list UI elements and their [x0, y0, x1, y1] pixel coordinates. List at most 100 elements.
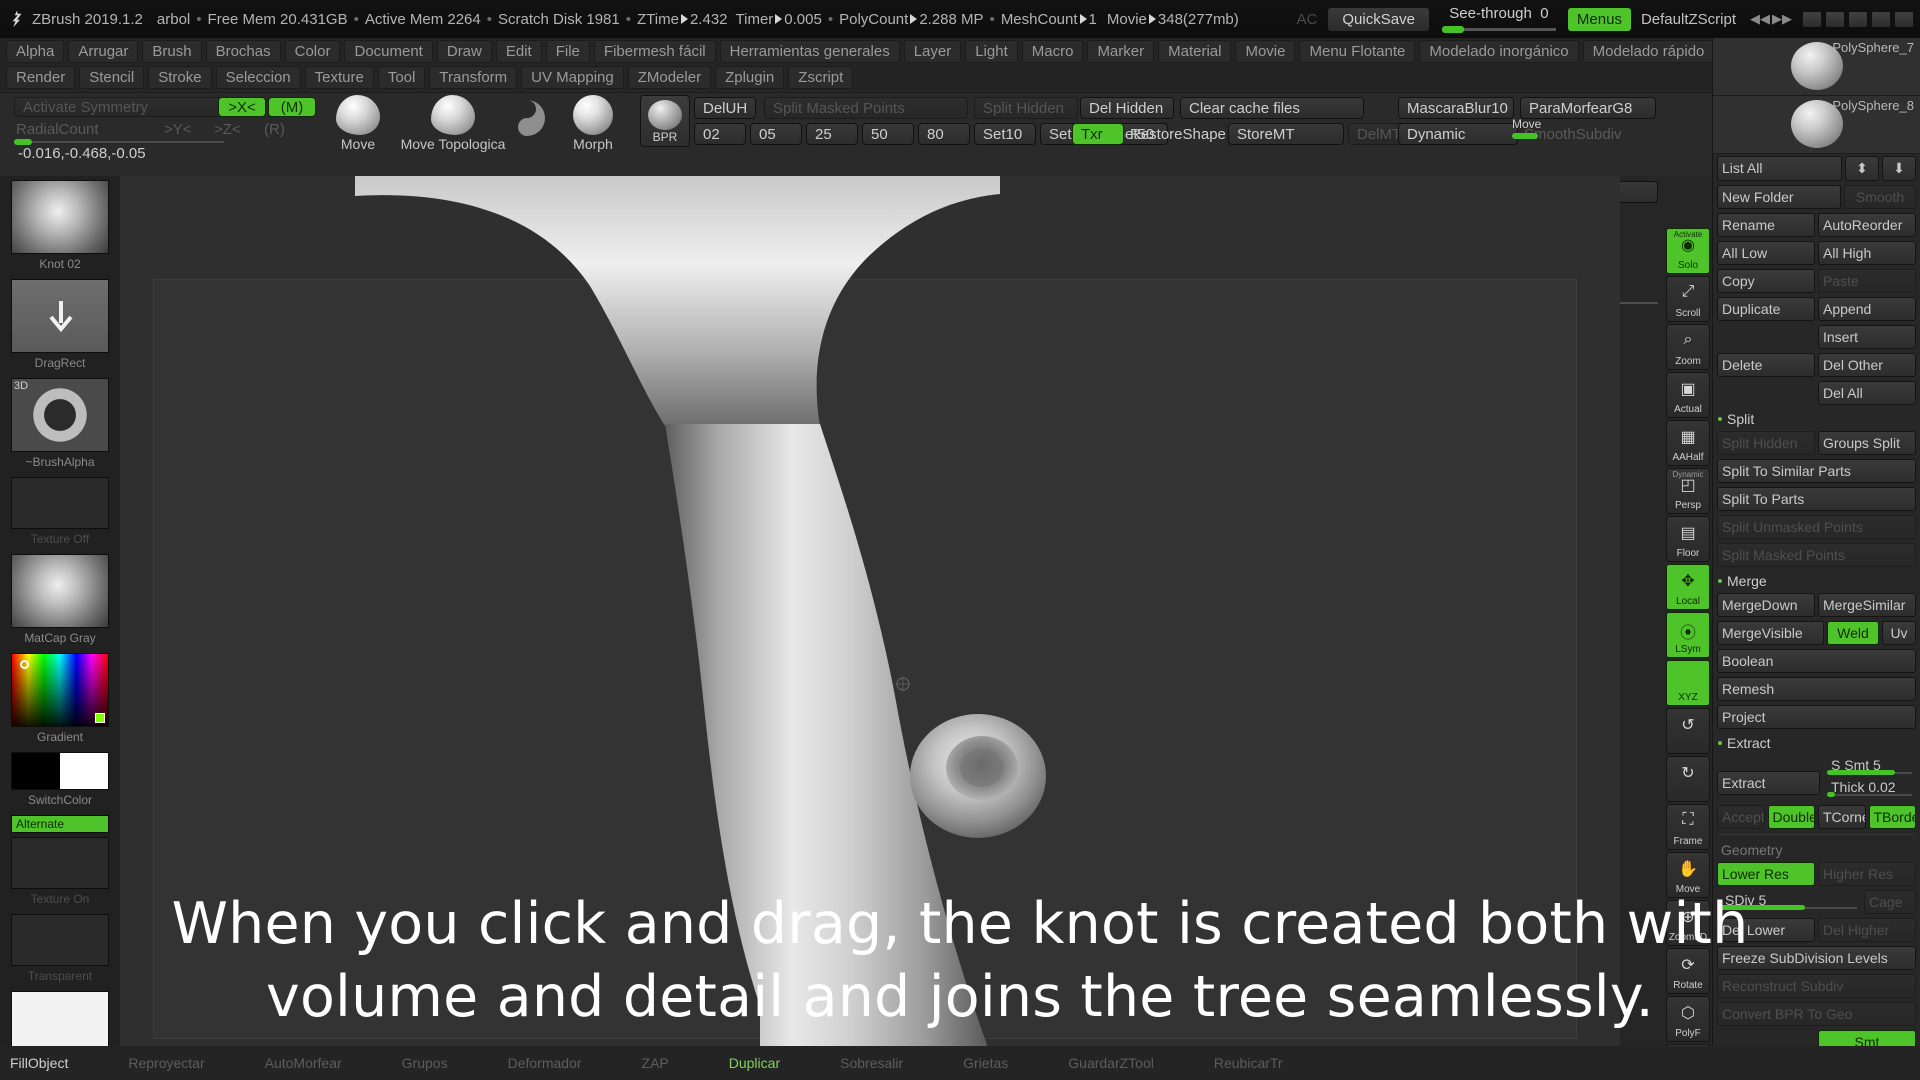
tool-morph[interactable]: Morph [563, 95, 623, 152]
left-slot-9[interactable]: Transparent [11, 914, 109, 987]
bottom-item-duplicar[interactable]: Duplicar [729, 1055, 780, 1071]
bottom-item-guardarztool[interactable]: GuardarZTool [1068, 1055, 1154, 1071]
menu-item-stencil[interactable]: Stencil [79, 65, 145, 89]
symmetry-y-button[interactable]: >Y< [164, 121, 192, 138]
merge-similar-button[interactable]: MergeSimilar [1818, 593, 1916, 617]
txr-button[interactable]: Txr [1072, 123, 1124, 145]
dynamic-button[interactable]: Dynamic [1398, 123, 1518, 145]
del-hidden-button[interactable]: Del Hidden [1080, 97, 1174, 119]
bottom-item-automorfear[interactable]: AutoMorfear [265, 1055, 342, 1071]
symmetry-m-button[interactable]: (M) [268, 97, 316, 117]
bottom-item-sobresalir[interactable]: Sobresalir [840, 1055, 903, 1071]
split-to-parts-button[interactable]: Split To Parts [1717, 487, 1916, 511]
store-mt-button[interactable]: StoreMT [1228, 123, 1344, 145]
list-all-button[interactable]: List All [1717, 156, 1842, 181]
left-slot-2[interactable]: 3D ~BrushAlpha [11, 378, 109, 473]
bottom-item-grupos[interactable]: Grupos [402, 1055, 448, 1071]
boolean-button[interactable]: Boolean [1717, 649, 1916, 673]
cage-button[interactable]: Cage [1864, 890, 1916, 914]
canvas-tool-local[interactable]: ✥ Local [1666, 564, 1710, 610]
rename-button[interactable]: Rename [1717, 213, 1815, 237]
canvas-tool-frame[interactable]: ⛶ Frame [1666, 804, 1710, 850]
bottom-item-deformador[interactable]: Deformador [508, 1055, 582, 1071]
all-high-button[interactable]: All High [1818, 241, 1916, 265]
thick-slider[interactable]: Thick 0.02 [1827, 779, 1912, 799]
del-other-button[interactable]: Del Other [1818, 353, 1916, 377]
weld-button[interactable]: Weld [1827, 621, 1879, 645]
para-morfear-g8-button[interactable]: ParaMorfearG8 [1520, 97, 1656, 119]
preset-80-button[interactable]: 80 [918, 123, 970, 145]
ring-swatch[interactable]: 3D [11, 378, 109, 452]
menu-item-zmodeler[interactable]: ZModeler [627, 65, 712, 89]
groups-split-button[interactable]: Groups Split [1818, 431, 1916, 455]
canvas-tool-move[interactable]: ✋ Move [1666, 852, 1710, 898]
menu-item-material[interactable]: Material [1158, 39, 1232, 63]
merge-visible-button[interactable]: MergeVisible [1717, 621, 1824, 645]
zscript-nav[interactable]: ◀◀ ▶▶ [1750, 11, 1792, 27]
lock-icon[interactable] [1848, 10, 1868, 28]
preset-50-button[interactable]: 50 [862, 123, 914, 145]
canvas-tool-aahalf[interactable]: ▦ AAHalf [1666, 420, 1710, 466]
menu-item-brush[interactable]: Brush [142, 39, 202, 63]
left-slot-6[interactable]: SwitchColor [11, 752, 109, 811]
del-lower-button[interactable]: Del Lower [1717, 918, 1815, 942]
minimize-icon[interactable] [1871, 10, 1891, 28]
menu-item-movie[interactable]: Movie [1235, 39, 1296, 63]
menu-item-tool[interactable]: Tool [377, 65, 426, 89]
copy-button[interactable]: Copy [1717, 269, 1815, 293]
close-icon[interactable] [1894, 10, 1914, 28]
split-unmasked-points-button[interactable]: Split Unmasked Points [1717, 515, 1916, 539]
bw-swatch[interactable] [11, 752, 109, 790]
higher-res-button[interactable]: Higher Res [1818, 862, 1916, 886]
menu-item-stroke[interactable]: Stroke [148, 65, 212, 89]
all-low-button[interactable]: All Low [1717, 241, 1815, 265]
left-slot-7[interactable]: Alternate [11, 815, 109, 833]
insert-button[interactable]: Insert [1818, 325, 1916, 349]
menu-item-layer[interactable]: Layer [903, 39, 962, 63]
menu-item-edit[interactable]: Edit [495, 39, 542, 63]
layers-icon[interactable] [1825, 10, 1845, 28]
menu-item-brochas[interactable]: Brochas [205, 39, 281, 63]
canvas-tool-floor[interactable]: ▤ Floor [1666, 516, 1710, 562]
window-icon[interactable] [1802, 10, 1822, 28]
menu-item-macro[interactable]: Macro [1021, 39, 1084, 63]
canvas-tool-actual[interactable]: ▣ Actual [1666, 372, 1710, 418]
duplicate-button[interactable]: Duplicate [1717, 297, 1815, 321]
append-button[interactable]: Append [1818, 297, 1916, 321]
radial-count-label[interactable]: RadialCount [16, 121, 99, 138]
double-button[interactable]: Double [1767, 805, 1815, 829]
prev-icon[interactable]: ◀◀ [1750, 11, 1770, 27]
paste-button[interactable]: Paste [1818, 269, 1916, 293]
accept-button[interactable]: Accept [1717, 805, 1765, 829]
left-slot-3[interactable]: Texture Off [11, 477, 109, 550]
project-button[interactable]: Project [1717, 705, 1916, 729]
canvas-tool-persp[interactable]: ◰ Persp Dynamic [1666, 468, 1710, 514]
set10-button[interactable]: Set10 [974, 123, 1036, 145]
empty-swatch[interactable] [11, 914, 109, 966]
canvas-tool-xyz[interactable]: XYZ [1666, 660, 1710, 706]
canvas-tool-lsym[interactable]: ⦿ LSym [1666, 612, 1710, 658]
menu-item-texture[interactable]: Texture [304, 65, 374, 89]
left-slot-5[interactable]: Gradient [11, 653, 109, 748]
split-to-similar-parts-button[interactable]: Split To Similar Parts [1717, 459, 1916, 483]
merge-section-header[interactable]: Merge [1713, 569, 1920, 591]
del-all-button[interactable]: Del All [1818, 381, 1916, 405]
activate-symmetry-button[interactable]: Activate Symmetry [14, 97, 224, 117]
quicksave-button[interactable]: QuickSave [1327, 6, 1430, 32]
left-slot-8[interactable]: Texture On [11, 837, 109, 910]
menu-item-fibermesh-f-cil[interactable]: Fibermesh fácil [593, 39, 716, 63]
menu-item-transform[interactable]: Transform [429, 65, 518, 89]
menu-item-menu-flotante[interactable]: Menu Flotante [1299, 39, 1416, 63]
sphere-swatch[interactable] [11, 554, 109, 628]
menu-item-modelado-inorg-nico[interactable]: Modelado inorgánico [1419, 39, 1579, 63]
preset-25-button[interactable]: 25 [806, 123, 858, 145]
canvas-tool-scroll[interactable]: ⤢ Scroll [1666, 276, 1710, 322]
menu-item-modelado-r-pido[interactable]: Modelado rápido [1582, 39, 1715, 63]
s-smt-slider[interactable]: S Smt 5 [1827, 757, 1912, 777]
freeze-subdivision-button[interactable]: Freeze SubDivision Levels [1717, 946, 1916, 970]
empty-swatch[interactable] [11, 837, 109, 889]
smooth-subdiv-label[interactable]: Smooth [1844, 185, 1916, 209]
split-masked-points-button[interactable]: Split Masked Points [1717, 543, 1916, 567]
symmetry-x-button[interactable]: >X< [218, 97, 266, 117]
auto-reorder-button[interactable]: AutoReorder [1818, 213, 1916, 237]
